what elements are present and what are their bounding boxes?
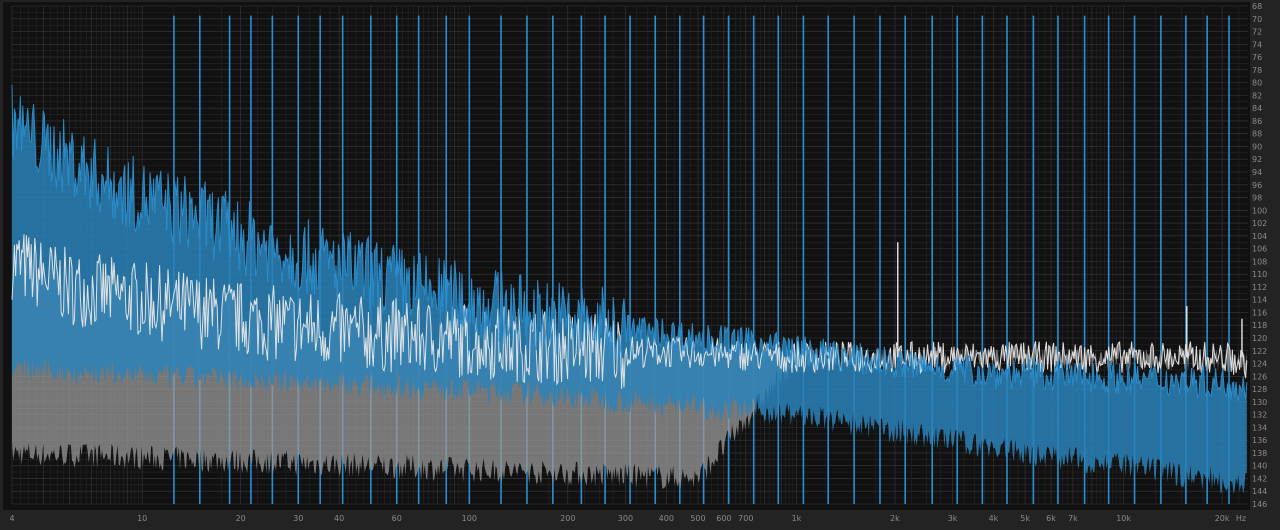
x-unit-label: Hz (1236, 514, 1246, 523)
y-tick-label: 96 (1252, 181, 1262, 190)
x-tick-label: 6k (1046, 514, 1056, 523)
x-tick-label: 30 (293, 514, 303, 523)
x-tick-label: 7k (1068, 514, 1078, 523)
spectrum-analyzer-panel: 68 70 72 74 76 78 80 82 84 86 88 90 92 94 96 98 100 102 10… (0, 0, 1280, 530)
y-tick-label: 124 (1252, 360, 1267, 369)
y-tick-label: 70 (1252, 15, 1262, 24)
x-tick-label: 5k (1020, 514, 1030, 523)
y-tick-label: 94 (1252, 168, 1262, 177)
y-tick-label: 136 (1252, 436, 1267, 445)
y-tick-label: 88 (1252, 130, 1262, 139)
y-tick-label: 98 (1252, 194, 1262, 203)
x-tick-label: 700 (738, 514, 753, 523)
y-tick-label: 146 (1252, 500, 1267, 509)
y-tick-label: 104 (1252, 232, 1267, 241)
x-tick-label: 300 (618, 514, 633, 523)
x-tick-label: 20 (236, 514, 246, 523)
x-tick-label: 200 (560, 514, 575, 523)
y-tick-label: 130 (1252, 398, 1267, 407)
x-tick-label: 10k (1116, 514, 1131, 523)
y-tick-label: 138 (1252, 449, 1267, 458)
x-axis-ticks: 4 10 20 30 40 60 100 200 300 400 500 600 700 1k 2k 3k 4k… (9, 514, 1246, 523)
x-tick-label: 600 (716, 514, 731, 523)
y-tick-label: 122 (1252, 347, 1267, 356)
y-tick-label: 100 (1252, 206, 1267, 215)
y-tick-label: 140 (1252, 462, 1267, 471)
y-tick-label: 86 (1252, 117, 1262, 126)
y-tick-label: 118 (1252, 321, 1267, 330)
y-tick-label: 106 (1252, 245, 1267, 254)
y-tick-label: 142 (1252, 474, 1267, 483)
x-tick-label: 40 (334, 514, 344, 523)
x-tick-label: 3k (948, 514, 958, 523)
y-tick-label: 120 (1252, 334, 1267, 343)
y-tick-label: 134 (1252, 423, 1267, 432)
spectrum-chart: 68 70 72 74 76 78 80 82 84 86 88 90 92 94 96 98 100 102 10… (3, 2, 1267, 523)
y-tick-label: 126 (1252, 372, 1267, 381)
y-tick-label: 128 (1252, 385, 1267, 394)
x-tick-label: 4 (9, 514, 14, 523)
x-tick-label: 1k (792, 514, 802, 523)
x-tick-label: 100 (462, 514, 477, 523)
y-tick-label: 72 (1252, 28, 1262, 37)
y-tick-label: 68 (1252, 2, 1262, 11)
y-tick-label: 102 (1252, 219, 1267, 228)
y-tick-label: 80 (1252, 79, 1262, 88)
y-tick-label: 78 (1252, 66, 1262, 75)
x-tick-label: 60 (392, 514, 402, 523)
x-tick-label: 4k (989, 514, 999, 523)
y-tick-label: 84 (1252, 104, 1262, 113)
y-tick-label: 132 (1252, 411, 1267, 420)
y-tick-label: 144 (1252, 487, 1267, 496)
y-tick-label: 112 (1252, 283, 1267, 292)
y-tick-label: 114 (1252, 296, 1267, 305)
y-tick-label: 90 (1252, 142, 1262, 151)
x-tick-label: 2k (890, 514, 900, 523)
y-axis-ticks: 68 70 72 74 76 78 80 82 84 86 88 90 92 94 96 98 100 102 10… (1252, 2, 1267, 509)
x-tick-label: 10 (137, 514, 147, 523)
y-tick-label: 74 (1252, 40, 1262, 49)
y-tick-label: 108 (1252, 257, 1267, 266)
x-tick-label: 500 (690, 514, 705, 523)
y-tick-label: 110 (1252, 270, 1267, 279)
x-tick-label: 400 (659, 514, 674, 523)
x-tick-label: 20k (1215, 514, 1230, 523)
y-tick-label: 116 (1252, 308, 1267, 317)
y-tick-label: 82 (1252, 91, 1262, 100)
y-tick-label: 76 (1252, 53, 1262, 62)
y-tick-label: 92 (1252, 155, 1262, 164)
